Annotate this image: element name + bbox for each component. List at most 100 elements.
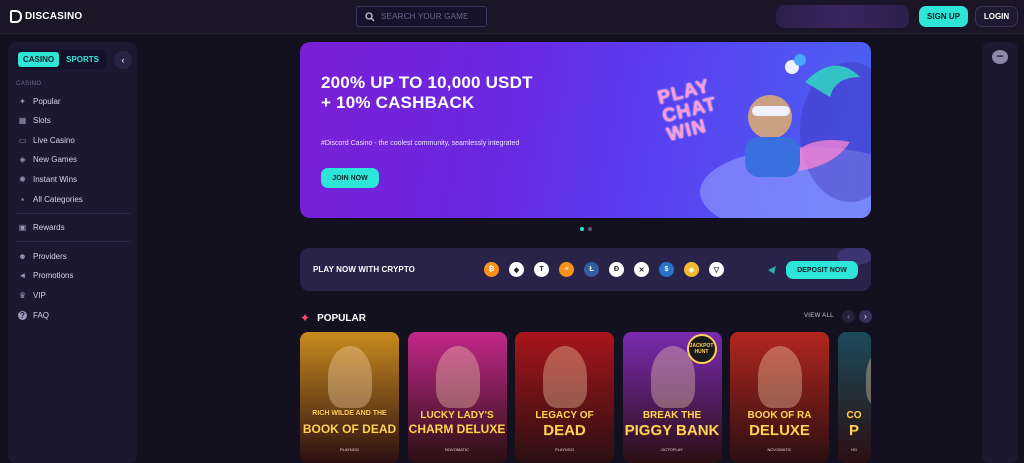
collapse-sidebar-button[interactable]: ‹ xyxy=(114,51,132,69)
tab-casino[interactable]: CASINO xyxy=(18,52,60,67)
sidebar-item-label: VIP xyxy=(33,291,46,300)
game-provider: OCTOPLAY xyxy=(661,447,683,452)
sidebar-item-label: Popular xyxy=(33,97,61,106)
jackpot-badge: JACKPOT HUNT xyxy=(686,334,717,364)
question-icon: ? xyxy=(18,311,27,320)
crypto-bar: PLAY NOW WITH CRYPTO ₿ ◆ T ≡ Ł Ð ✕ $ ◈ ▽ DEPOSIT … xyxy=(300,248,871,291)
providers-icon: ☻ xyxy=(18,252,27,261)
sidebar-tabs: CASINO SPORTS xyxy=(16,50,107,69)
ripple-icon: ✕ xyxy=(634,262,649,277)
sidebar-item-label: Slots xyxy=(33,116,51,125)
logo[interactable]: DISCASINO xyxy=(10,10,82,23)
game-title-line1: RICH WILDE AND THE xyxy=(312,410,387,417)
chevron-left-icon: ‹ xyxy=(121,55,125,65)
game-card[interactable]: BOOK OF RA DELUXE NOVOMATIC xyxy=(730,332,829,463)
header-promo-banner[interactable] xyxy=(776,5,909,28)
sidebar-item-label: FAQ xyxy=(33,311,50,320)
crown-icon: ♛ xyxy=(18,291,27,300)
carousel-next-button[interactable]: › xyxy=(859,310,872,323)
popular-header: ✦ POPULAR xyxy=(300,311,366,325)
search-placeholder: SEARCH YOUR GAME xyxy=(381,12,469,21)
game-title-line1: BREAK THE xyxy=(642,410,702,421)
carousel-prev-button[interactable]: ‹ xyxy=(842,310,855,323)
game-provider: PLAYNGO xyxy=(554,447,575,452)
popular-title: POPULAR xyxy=(317,312,366,324)
deposit-now-button[interactable]: DEPOSIT NOW xyxy=(786,261,858,279)
binance-icon: ◈ xyxy=(684,262,699,277)
sidebar-item-label: Providers xyxy=(33,252,67,261)
login-button[interactable]: LOGIN xyxy=(975,6,1018,27)
sidebar-divider xyxy=(16,213,131,214)
game-title-line2: DEAD xyxy=(543,422,586,439)
game-title-line1: BOOK OF RA xyxy=(747,410,812,421)
join-now-button[interactable]: JOIN NOW xyxy=(321,168,379,188)
view-all-link[interactable]: VIEW ALL xyxy=(804,313,834,319)
game-character-art xyxy=(435,346,480,408)
right-rail: ••• xyxy=(982,42,1018,463)
sidebar-item-providers[interactable]: ☻ Providers xyxy=(18,252,67,261)
dogecoin-icon: Ð xyxy=(609,262,624,277)
chat-icon[interactable]: ••• xyxy=(992,50,1008,64)
sidebar-divider xyxy=(16,241,131,242)
sidebar-item-label: Instant Wins xyxy=(33,175,78,184)
game-card[interactable]: LUCKY LADY'S CHARM DELUXE NOVOMATIC xyxy=(407,332,507,463)
litecoin-icon: Ł xyxy=(584,262,599,277)
gift-icon: ▣ xyxy=(18,223,27,232)
game-title-line1: CO xyxy=(846,410,862,421)
hero-subtitle: #Discord Casino - the coolest community,… xyxy=(321,140,520,147)
sidebar: CASINO SPORTS ‹ CASINO ✦ Popular ▦ Slots ▭… xyxy=(8,42,137,463)
game-title-line2: DELUXE xyxy=(749,422,810,439)
new-games-icon: ◈ xyxy=(19,155,26,164)
tether-icon: T xyxy=(534,262,549,277)
carousel-dots xyxy=(580,227,592,231)
carousel-dot-active[interactable] xyxy=(580,227,584,231)
game-character-art xyxy=(543,346,587,408)
sidebar-item-live-casino[interactable]: ▭ Live Casino xyxy=(18,136,75,145)
megaphone-icon: ◄ xyxy=(18,271,27,280)
game-title-line2: P xyxy=(848,422,859,439)
chevron-left-icon: ‹ xyxy=(847,312,850,321)
game-card[interactable]: LEGACY OF DEAD PLAYNGO xyxy=(515,332,614,463)
sidebar-item-vip[interactable]: ♛ VIP xyxy=(18,291,46,300)
game-provider: PLAYNGO xyxy=(339,447,360,452)
tab-sports[interactable]: SPORTS xyxy=(61,52,104,67)
sidebar-item-new-games[interactable]: ◈ New Games xyxy=(18,155,77,164)
sidebar-item-label: Live Casino xyxy=(33,136,75,145)
game-provider: HO xyxy=(851,447,857,452)
logo-text: DISCASINO xyxy=(25,11,83,22)
bitcoin-cash-icon: ≡ xyxy=(559,262,574,277)
sidebar-item-instant-wins[interactable]: ✺ Instant Wins xyxy=(18,175,77,184)
game-card[interactable]: JACKPOT HUNT BREAK THE PIGGY BANK OCTOPLAY xyxy=(622,332,722,463)
chevron-right-icon: › xyxy=(864,312,867,321)
game-provider: NOVOMATIC xyxy=(445,447,469,452)
sidebar-item-label: All Categories xyxy=(33,195,83,204)
popular-icon: ✦ xyxy=(19,97,26,106)
sidebar-item-promotions[interactable]: ◄ Promotions xyxy=(18,271,74,280)
carousel-dot[interactable] xyxy=(588,227,592,231)
game-character-art xyxy=(328,346,372,408)
signup-button[interactable]: SIGN UP xyxy=(919,6,968,27)
crypto-label: PLAY NOW WITH CRYPTO xyxy=(313,265,416,274)
sidebar-item-label: Rewards xyxy=(33,223,65,232)
slots-icon: ▦ xyxy=(18,116,27,125)
game-title-line2: BOOK OF DEAD xyxy=(302,422,397,436)
game-title-line2: PIGGY BANK xyxy=(624,422,720,439)
top-bar: DISCASINO SEARCH YOUR GAME SIGN UP LOGIN xyxy=(0,0,1024,34)
sidebar-item-faq[interactable]: ? FAQ xyxy=(18,311,49,320)
usd-coin-icon: $ xyxy=(659,262,674,277)
ethereum-icon: ◆ xyxy=(509,262,524,277)
hero-banner[interactable]: PLAY CHAT WIN 200% UP TO 10,000 USDT + 1… xyxy=(300,42,871,218)
sidebar-item-slots[interactable]: ▦ Slots xyxy=(18,116,51,125)
game-card[interactable]: CO P HO xyxy=(837,332,871,463)
sparkle-icon: ✦ xyxy=(300,311,311,325)
game-character-art xyxy=(758,346,802,408)
sidebar-item-all-categories[interactable]: ▪ All Categories xyxy=(18,195,83,204)
game-character-art xyxy=(865,346,871,408)
sidebar-item-rewards[interactable]: ▣ Rewards xyxy=(18,223,65,232)
instant-wins-icon: ✺ xyxy=(19,175,26,184)
sidebar-item-popular[interactable]: ✦ Popular xyxy=(18,97,61,106)
tron-icon: ▽ xyxy=(709,262,724,277)
grid-icon: ▪ xyxy=(21,195,24,204)
search-input[interactable]: SEARCH YOUR GAME xyxy=(356,6,487,27)
game-card[interactable]: RICH WILDE AND THE BOOK OF DEAD PLAYNGO xyxy=(300,332,399,463)
